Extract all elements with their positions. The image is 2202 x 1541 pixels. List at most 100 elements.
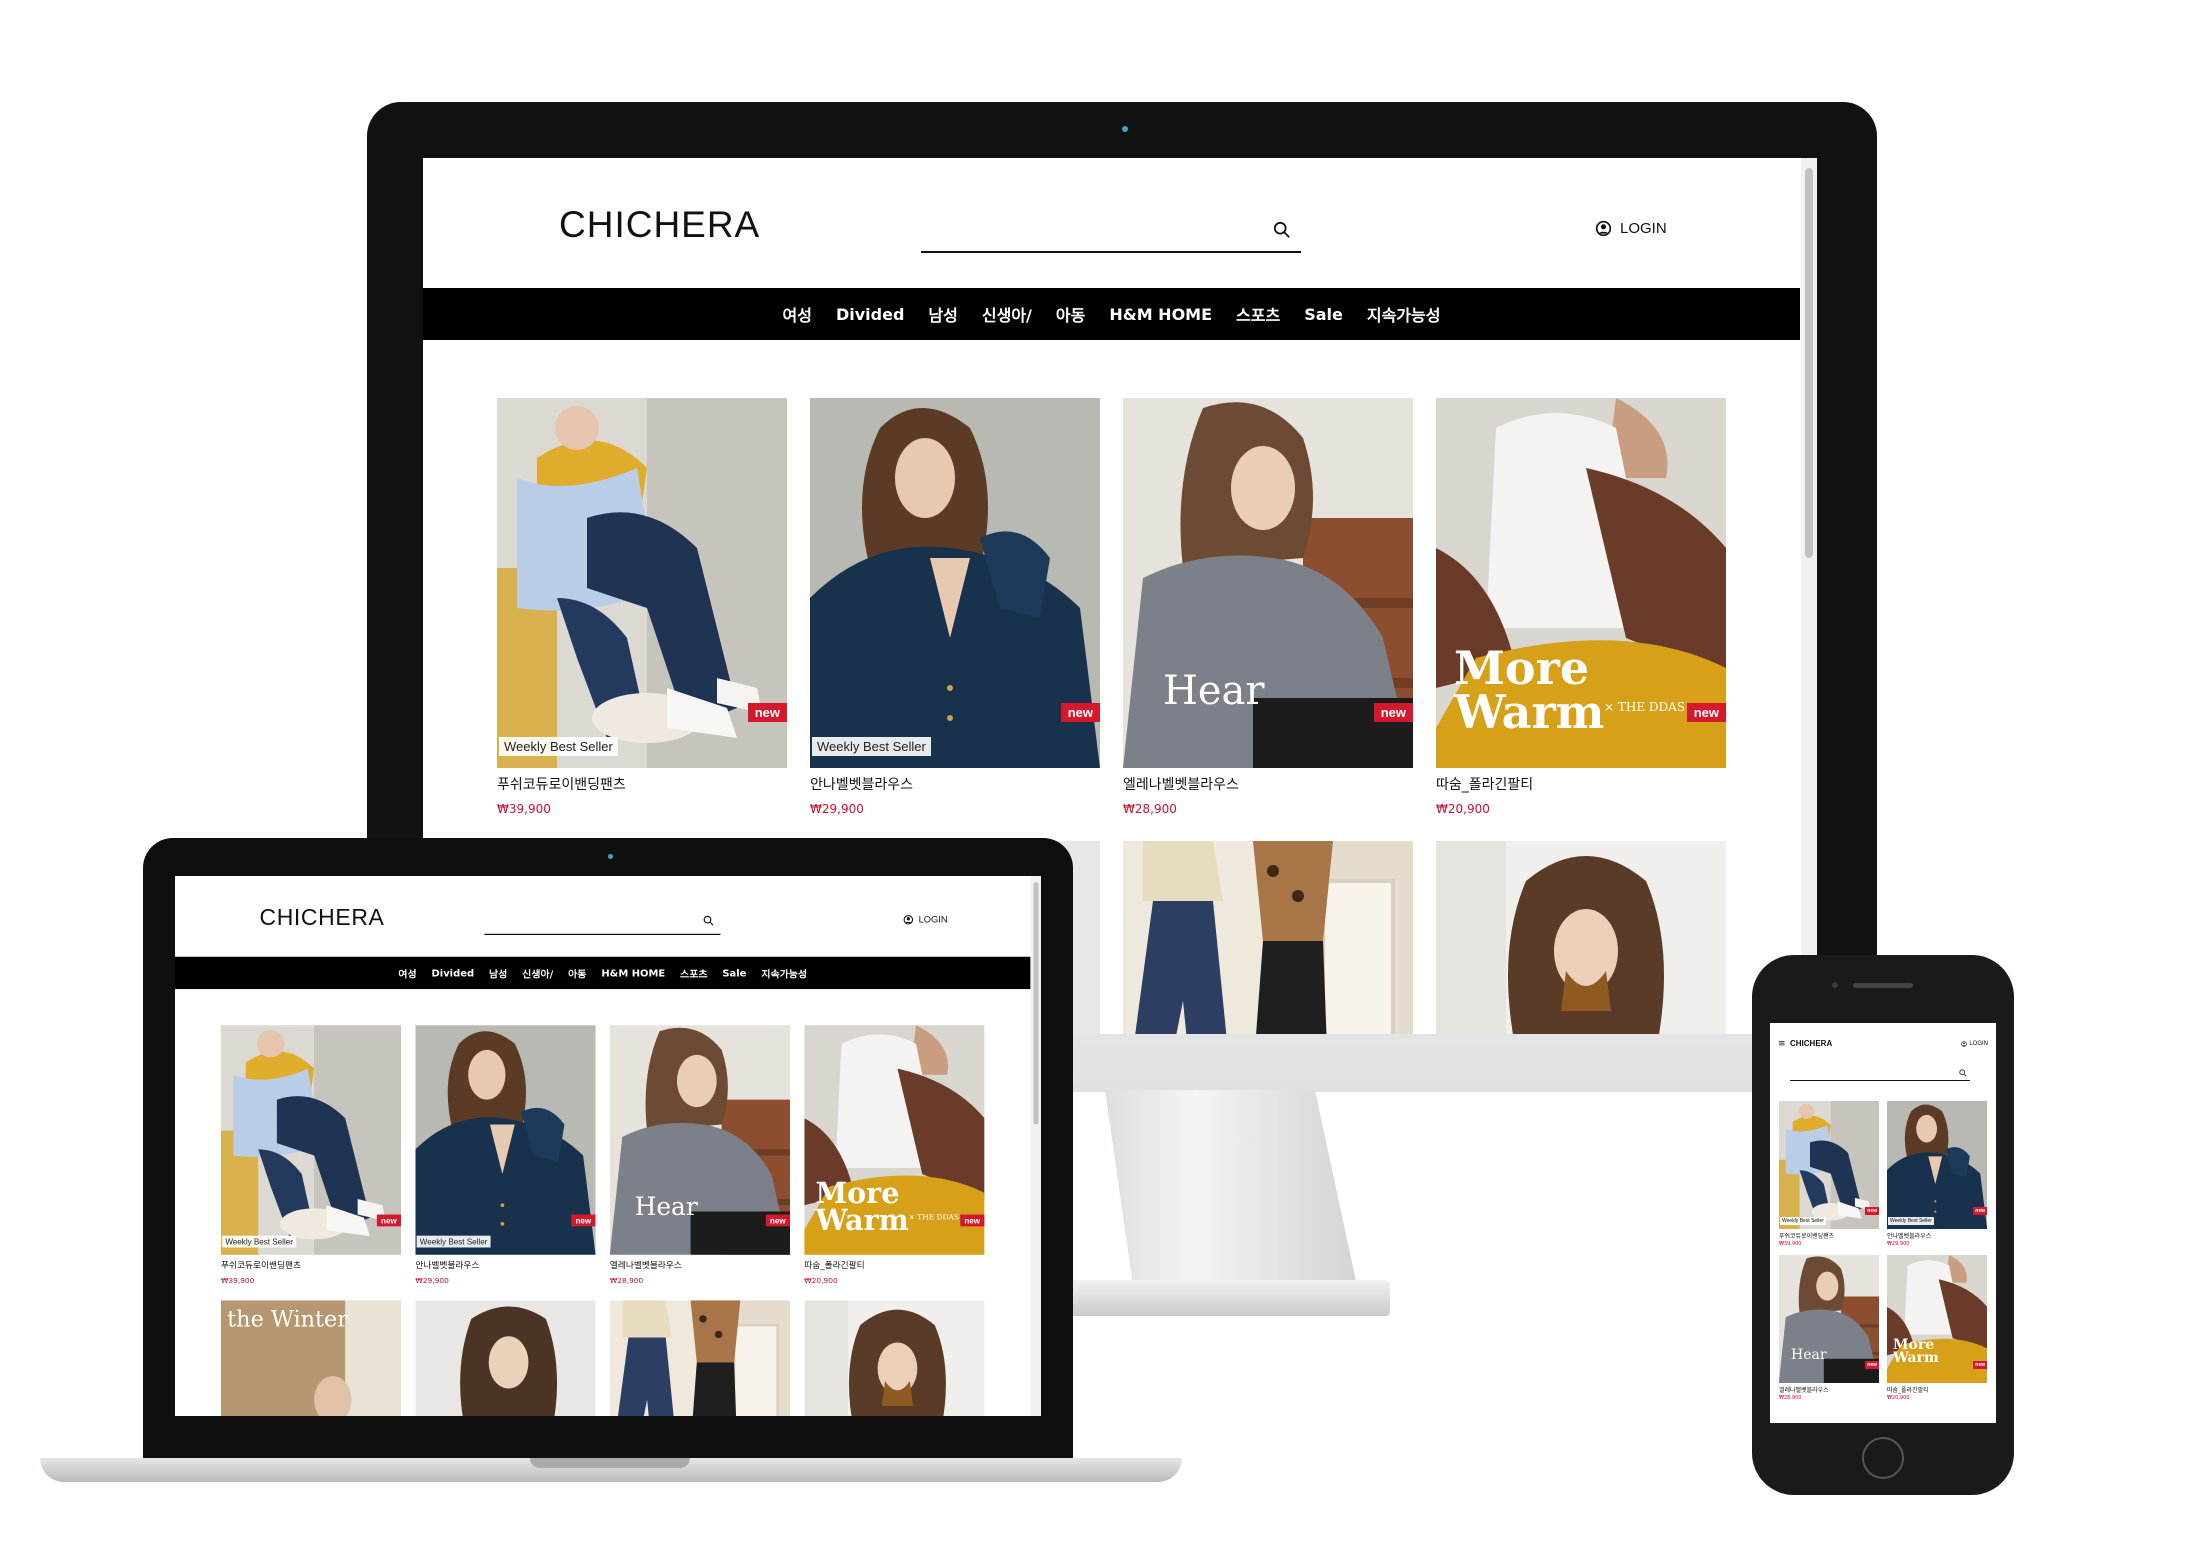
product-image[interactable]: Weekly Best Seller new bbox=[220, 1025, 402, 1255]
product-card[interactable]: Weekly Best Seller new 푸쉬코듀로이밴딩팬츠 ₩39,90… bbox=[1779, 1101, 1879, 1247]
product-card[interactable]: Hear new 엘레나벨벳블라우스 ₩28,900 bbox=[1779, 1255, 1879, 1401]
product-card[interactable]: More Warm new 따숨_폴라긴팔티 ₩20,900 bbox=[1887, 1255, 1987, 1401]
product-card[interactable]: Weekly Best Seller new 안나벨벳블라우스 ₩29,900 bbox=[415, 1025, 596, 1285]
nav-item[interactable]: 스포츠 bbox=[680, 965, 707, 980]
product-image[interactable]: More Warm × THE DDAS new bbox=[1436, 398, 1726, 768]
login-link[interactable]: LOGIN bbox=[1961, 1041, 1988, 1047]
product-card[interactable]: Weekly Best Seller new 안나벨벳블라우스 ₩29,900 bbox=[1887, 1101, 1987, 1247]
site-logo[interactable]: CHICHERA bbox=[559, 204, 760, 246]
product-image[interactable]: Hear new bbox=[1123, 398, 1413, 768]
product-image[interactable]: Hear new bbox=[609, 1025, 790, 1255]
product-photo bbox=[415, 1025, 596, 1255]
product-name[interactable]: 따숨_폴라긴팔티 bbox=[804, 1259, 984, 1271]
search-input[interactable] bbox=[921, 213, 1251, 251]
product-name[interactable]: 엘레나벨벳블라우스 bbox=[610, 1259, 790, 1271]
search-icon[interactable] bbox=[1959, 1069, 1967, 1077]
product-image[interactable] bbox=[609, 1300, 790, 1416]
product-name[interactable]: 따숨_폴라긴팔티 bbox=[1436, 774, 1726, 794]
product-image[interactable]: More Warm new bbox=[1887, 1255, 1987, 1383]
search-icon[interactable] bbox=[1273, 221, 1291, 239]
nav-item[interactable]: 스포츠 bbox=[1236, 302, 1280, 326]
product-image[interactable]: Weekly Best Seller new bbox=[1887, 1101, 1987, 1229]
search-icon[interactable] bbox=[703, 915, 714, 926]
scrollbar-thumb[interactable] bbox=[1805, 168, 1813, 558]
product-name[interactable]: 푸쉬코듀로이밴딩팬츠 bbox=[1779, 1231, 1879, 1240]
product-card[interactable] bbox=[804, 1300, 985, 1416]
scrollbar-thumb[interactable] bbox=[1033, 882, 1039, 1125]
product-price: ₩39,900 bbox=[1779, 1241, 1802, 1247]
product-image[interactable]: Weekly Best Seller new bbox=[415, 1025, 596, 1255]
product-card[interactable] bbox=[609, 1300, 790, 1416]
search-input[interactable] bbox=[1790, 1073, 1950, 1086]
login-link[interactable]: LOGIN bbox=[903, 914, 948, 926]
product-name[interactable]: 따숨_폴라긴팔티 bbox=[1887, 1385, 1987, 1394]
product-name[interactable]: 안나벨벳블라우스 bbox=[415, 1259, 595, 1271]
product-card[interactable]: Hear new 엘레나벨벳블라우스 ₩28,900 bbox=[1123, 398, 1413, 816]
nav-item[interactable]: 여성 bbox=[783, 302, 812, 326]
product-price: ₩20,900 bbox=[1887, 1395, 1910, 1401]
best-seller-badge: Weekly Best Seller bbox=[416, 1235, 491, 1248]
product-image[interactable] bbox=[804, 1300, 985, 1416]
nav-item[interactable]: 지속가능성 bbox=[761, 965, 807, 980]
scrollbar[interactable] bbox=[1031, 876, 1041, 1416]
product-image[interactable]: More Warm × THE DDAS new bbox=[804, 1025, 985, 1255]
product-card[interactable]: Hear new 엘레나벨벳블라우스 ₩28,900 bbox=[609, 1025, 790, 1285]
product-image[interactable]: the Winter bbox=[220, 1300, 402, 1416]
best-seller-badge: Weekly Best Seller bbox=[1780, 1217, 1826, 1225]
site-logo[interactable]: CHICHERA bbox=[1790, 1039, 1832, 1048]
product-name[interactable]: 엘레나벨벳블라우스 bbox=[1779, 1385, 1879, 1394]
nav-item[interactable]: 남성 bbox=[928, 302, 957, 326]
product-card[interactable]: Weekly Best Seller new 푸쉬코듀로이밴딩팬츠 ₩39,90… bbox=[220, 1025, 402, 1285]
nav-item[interactable]: 신생아/ bbox=[522, 965, 553, 980]
product-image[interactable]: Weekly Best Seller new bbox=[810, 398, 1100, 768]
home-button[interactable] bbox=[1862, 1437, 1904, 1479]
nav-item[interactable]: 여성 bbox=[398, 965, 416, 980]
product-card[interactable]: More Warm × THE DDAS new 따숨_폴라긴팔티 ₩20,90… bbox=[1436, 398, 1726, 816]
nav-item[interactable]: 남성 bbox=[489, 965, 507, 980]
product-card[interactable] bbox=[415, 1300, 596, 1416]
login-link[interactable]: LOGIN bbox=[1595, 220, 1667, 237]
product-image[interactable] bbox=[1123, 841, 1413, 1034]
nav-item[interactable]: H&M HOME bbox=[1109, 305, 1212, 324]
product-image[interactable]: Hear new bbox=[1779, 1255, 1879, 1383]
product-card[interactable] bbox=[1436, 841, 1726, 1034]
nav-item[interactable]: 지속가능성 bbox=[1367, 302, 1441, 326]
product-image[interactable] bbox=[1436, 841, 1726, 1034]
product-name[interactable]: 안나벨벳블라우스 bbox=[810, 774, 1100, 794]
search-input[interactable] bbox=[484, 910, 690, 934]
product-name[interactable]: 안나벨벳블라우스 bbox=[1887, 1231, 1987, 1240]
product-image[interactable]: Weekly Best Seller new bbox=[1779, 1101, 1879, 1229]
product-photo bbox=[810, 398, 1100, 768]
product-photo bbox=[1887, 1101, 1987, 1229]
nav-item[interactable]: Divided bbox=[432, 967, 475, 979]
scrollbar[interactable] bbox=[1801, 158, 1817, 1034]
nav-item[interactable]: H&M HOME bbox=[601, 967, 665, 979]
winter-overlay: the Winter bbox=[227, 1306, 348, 1332]
product-image[interactable] bbox=[415, 1300, 596, 1416]
nav-item[interactable]: 아동 bbox=[1056, 302, 1085, 326]
best-seller-badge: Weekly Best Seller bbox=[499, 737, 618, 756]
product-price: ₩28,900 bbox=[609, 1276, 644, 1285]
webcam-dot bbox=[1122, 126, 1128, 132]
nav-item[interactable]: 아동 bbox=[568, 965, 586, 980]
product-name[interactable]: 푸쉬코듀로이밴딩팬츠 bbox=[497, 774, 787, 794]
product-price: ₩28,900 bbox=[1779, 1395, 1802, 1401]
product-card[interactable]: Weekly Best Seller new 푸쉬코듀로이밴딩팬츠 ₩39,90… bbox=[497, 398, 787, 816]
product-price: ₩28,900 bbox=[1123, 802, 1177, 816]
nav-item[interactable]: Sale bbox=[722, 967, 746, 979]
new-badge: new bbox=[571, 1214, 596, 1227]
product-name[interactable]: 엘레나벨벳블라우스 bbox=[1123, 774, 1413, 794]
product-image[interactable]: Weekly Best Seller new bbox=[497, 398, 787, 768]
hamburger-menu-icon[interactable]: ≡ bbox=[1778, 1039, 1786, 1049]
search-bar bbox=[1790, 1067, 1970, 1086]
nav-item[interactable]: Sale bbox=[1304, 305, 1343, 324]
nav-item[interactable]: Divided bbox=[836, 305, 904, 324]
product-name[interactable]: 푸쉬코듀로이밴딩팬츠 bbox=[221, 1259, 401, 1271]
product-card[interactable]: Weekly Best Seller new 안나벨벳블라우스 ₩29,900 bbox=[810, 398, 1100, 816]
product-card[interactable]: the Winter bbox=[220, 1300, 402, 1416]
product-card[interactable]: More Warm × THE DDAS new 따숨_폴라긴팔티 ₩20,90… bbox=[804, 1025, 985, 1285]
login-label: LOGIN bbox=[918, 914, 948, 926]
nav-item[interactable]: 신생아/ bbox=[982, 302, 1032, 326]
product-card[interactable] bbox=[1123, 841, 1413, 1034]
site-logo[interactable]: CHICHERA bbox=[259, 905, 384, 931]
